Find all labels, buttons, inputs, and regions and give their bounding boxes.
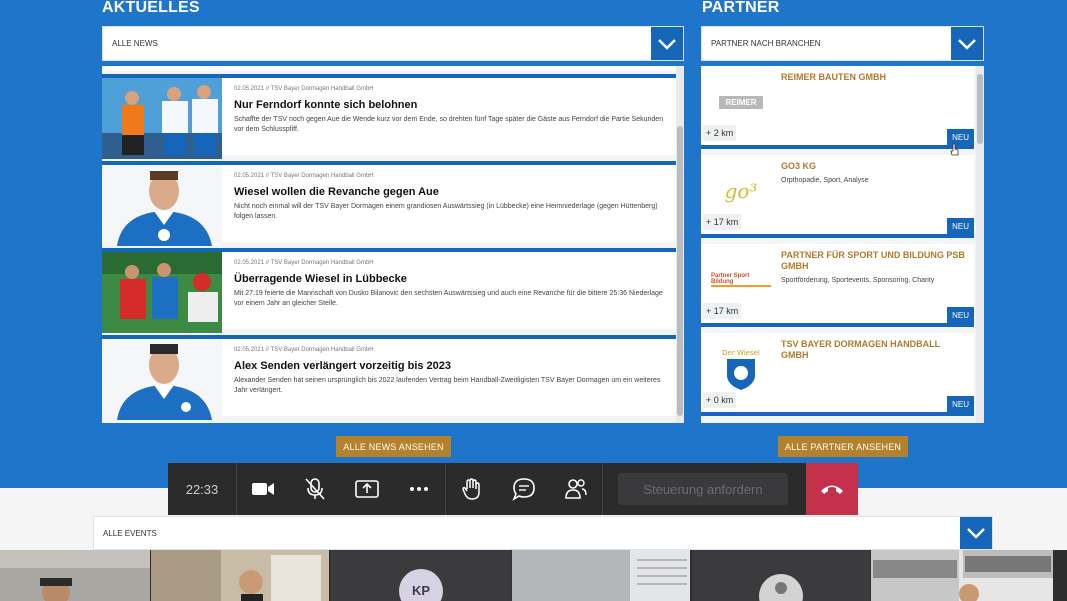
news-filter-dropdown[interactable]: ALLE NEWS (102, 26, 684, 61)
video-tile[interactable] (512, 550, 690, 601)
new-badge: NEU (947, 218, 974, 234)
news-title[interactable]: Wiesel wollen die Revanche gegen Aue (234, 186, 439, 198)
partner-distance: + 17 km (703, 214, 742, 230)
partner-item[interactable]: REIMER REIMER BAUTEN GMBH + 2 km NEU (701, 66, 974, 149)
partner-logo: Der Wiesel (711, 343, 771, 395)
partner-section-title: PARTNER (702, 0, 780, 16)
news-item[interactable]: 02.05.2021 // TSV Bayer Dormagen Handbal… (102, 161, 676, 246)
share-screen-icon[interactable] (341, 463, 393, 515)
partner-name[interactable]: TSV BAYER DORMAGEN HANDBALL GMBH (781, 339, 966, 361)
news-scroll-thumb[interactable] (677, 126, 683, 416)
avatar: KP (399, 568, 443, 601)
partner-list[interactable]: REIMER REIMER BAUTEN GMBH + 2 km NEU go³… (701, 66, 984, 423)
news-title[interactable]: Nur Ferndorf konnte sich belohnen (234, 99, 417, 111)
news-teaser: Alexander Senden hat seinen ursprünglich… (234, 377, 661, 394)
partner-logo: Partner Sport Bildung (711, 254, 771, 306)
video-tile[interactable] (0, 550, 150, 601)
partner-description: Sportförderung, Sportevents, Sponsoring,… (781, 277, 935, 284)
meeting-toolbar: 22:33 Steuerung anfordern (168, 463, 858, 515)
camera-icon[interactable] (237, 463, 289, 515)
news-image (102, 252, 222, 333)
partner-filter-label: PARTNER NACH BRANCHEN (711, 39, 821, 48)
news-meta: 02.05.2021 // TSV Bayer Dormagen Handbal… (234, 260, 374, 266)
partner-item[interactable]: Der Wiesel TSV BAYER DORMAGEN HANDBALL G… (701, 333, 974, 416)
hand-cursor-icon (950, 143, 959, 156)
partner-name[interactable]: REIMER BAUTEN GMBH (781, 72, 966, 83)
news-list[interactable]: 02.05.2021 // TSV Bayer Dormagen Handbal… (102, 66, 684, 423)
all-partners-button[interactable]: ALLE PARTNER ANSEHEN (778, 436, 908, 457)
mic-off-icon[interactable] (289, 463, 341, 515)
news-teaser: Mit 27:19 feierte die Mannschaft von Dus… (234, 290, 663, 307)
partner-scrollbar[interactable] (976, 66, 984, 423)
raise-hand-icon[interactable] (446, 463, 498, 515)
video-tile[interactable]: KP (331, 550, 511, 601)
new-badge: NEU (947, 396, 974, 412)
news-section-title: AKTUELLES (102, 0, 200, 16)
partner-item[interactable]: go³ GO3 KG Orpthopadie, Sport, Analyse +… (701, 155, 974, 238)
partner-description: Orpthopadie, Sport, Analyse (781, 177, 869, 184)
meeting-timer: 22:33 (185, 481, 219, 497)
news-meta: 02.05.2021 // TSV Bayer Dormagen Handbal… (234, 347, 374, 353)
news-scrollbar[interactable] (676, 66, 684, 423)
news-title[interactable]: Überragende Wiesel in Lübbecke (234, 273, 407, 285)
partner-filter-dropdown[interactable]: PARTNER NACH BRANCHEN (701, 26, 984, 61)
partner-distance: + 2 km (703, 125, 737, 141)
participant-video-strip: KP (0, 550, 1067, 601)
partner-logo: go³ (724, 179, 758, 203)
events-filter-label: ALLE EVENTS (103, 529, 157, 538)
svg-text:Der Wiesel: Der Wiesel (722, 349, 760, 357)
news-filter-label: ALLE NEWS (112, 39, 158, 48)
news-item[interactable] (102, 66, 676, 71)
chevron-down-icon[interactable] (650, 27, 683, 60)
partner-distance: + 0 km (703, 392, 737, 408)
partner-item[interactable]: Partner Sport Bildung PARTNER FÜR SPORT … (701, 244, 974, 327)
news-image (102, 165, 222, 246)
hang-up-button[interactable] (806, 463, 858, 515)
more-icon[interactable] (393, 463, 445, 515)
chat-icon[interactable] (498, 463, 550, 515)
news-teaser: Schaffte der TSV noch gegen Aue die Wend… (234, 116, 664, 133)
all-news-button[interactable]: ALLE NEWS ANSEHEN (336, 436, 451, 457)
news-meta: 02.05.2021 // TSV Bayer Dormagen Handbal… (234, 86, 374, 92)
person-avatar-icon (759, 574, 803, 601)
new-badge: NEU (947, 307, 974, 323)
events-filter-dropdown[interactable]: ALLE EVENTS (93, 516, 993, 550)
partner-logo: REIMER (711, 76, 771, 128)
partner-distance: + 17 km (703, 303, 742, 319)
news-item[interactable]: 02.05.2021 // TSV Bayer Dormagen Handbal… (102, 335, 676, 420)
request-control-button[interactable]: Steuerung anfordern (618, 473, 788, 505)
news-title[interactable]: Alex Senden verlängert vorzeitig bis 202… (234, 360, 451, 372)
toolbar-divider (602, 463, 603, 515)
news-meta: 02.05.2021 // TSV Bayer Dormagen Handbal… (234, 173, 374, 179)
news-image (102, 339, 222, 420)
news-image (102, 78, 222, 159)
video-tile[interactable] (151, 550, 329, 601)
partner-scroll-thumb[interactable] (977, 74, 983, 144)
chevron-down-icon[interactable] (959, 517, 992, 549)
news-item[interactable]: 02.05.2021 // TSV Bayer Dormagen Handbal… (102, 248, 676, 333)
video-tile[interactable] (692, 550, 870, 601)
chevron-down-icon[interactable] (950, 27, 983, 60)
video-tile[interactable] (871, 550, 1067, 601)
hang-up-icon (821, 485, 843, 494)
news-item[interactable]: 02.05.2021 // TSV Bayer Dormagen Handbal… (102, 74, 676, 159)
news-teaser: Nicht noch einmal will der TSV Bayer Dor… (234, 203, 658, 220)
participants-icon[interactable] (550, 463, 602, 515)
partner-name[interactable]: GO3 KG (781, 161, 966, 172)
partner-name[interactable]: PARTNER FÜR SPORT UND BILDUNG PSB GMBH (781, 250, 966, 272)
